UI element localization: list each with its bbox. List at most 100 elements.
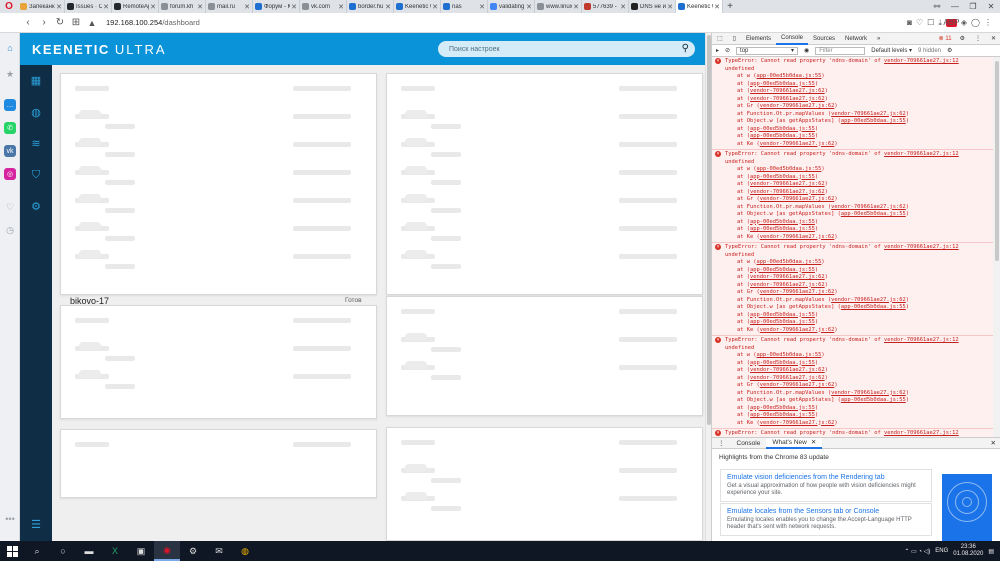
stack-location-link[interactable]: vendor-709661ae27.js:62 bbox=[760, 234, 835, 240]
inspect-icon[interactable]: ⬚ bbox=[712, 33, 728, 45]
stack-location-link[interactable]: vendor-709661ae27.js:62 bbox=[750, 96, 825, 102]
stack-location-link[interactable]: vendor-709661ae27.js:62 bbox=[760, 420, 835, 426]
tray-icons[interactable]: ⌃ ▭ ◔ ◁) bbox=[904, 548, 930, 555]
browser-tab[interactable]: mail.ru ✕ bbox=[206, 0, 253, 13]
minimize-icon[interactable]: — bbox=[946, 2, 964, 11]
browser-tab[interactable]: DNS не ис ✕ bbox=[629, 0, 676, 13]
devtools-tab[interactable]: Elements bbox=[741, 33, 776, 45]
extensions-icon[interactable]: ⋮ bbox=[984, 18, 992, 27]
stack-location-link[interactable]: app-00ed5b0daa.js:55 bbox=[750, 133, 815, 139]
stack-location-link[interactable]: app-00ed5b0daa.js:55 bbox=[756, 352, 821, 358]
whats-new-title[interactable]: Emulate locales from the Sensors tab or … bbox=[727, 508, 925, 515]
taskbar-explorer-icon[interactable]: ▬ bbox=[76, 541, 102, 561]
browser-tab[interactable]: forum.kh ✕ bbox=[159, 0, 206, 13]
console-error[interactable]: × TypeError: Cannot read property 'ndns-d… bbox=[712, 243, 993, 336]
browser-tab[interactable]: RemoteAp ✕ bbox=[112, 0, 159, 13]
settings-gear-icon[interactable]: ⚙ bbox=[29, 199, 43, 213]
console-error[interactable]: × TypeError: Cannot read property 'ndns-d… bbox=[712, 336, 993, 429]
vpn-icon[interactable]: ◈ bbox=[961, 18, 967, 27]
search-icon[interactable]: ⚲ bbox=[682, 43, 689, 54]
stack-location-link[interactable]: vendor-709661ae27.js:62 bbox=[750, 375, 825, 381]
error-source-link[interactable]: vendor-709661ae27.js:12 bbox=[884, 58, 959, 64]
tab-close-icon[interactable]: ✕ bbox=[573, 3, 579, 11]
language-indicator[interactable]: ENG bbox=[935, 548, 948, 554]
vk-icon[interactable]: vk bbox=[4, 145, 16, 157]
browser-tab[interactable]: Issues · Co✕ bbox=[65, 0, 112, 13]
eye-icon[interactable]: ◉ bbox=[804, 47, 809, 54]
internet-globe-icon[interactable]: ◍ bbox=[29, 105, 43, 119]
taskbar-mail-icon[interactable]: ✉ bbox=[206, 541, 232, 561]
maximize-icon[interactable]: ❐ bbox=[964, 2, 982, 11]
tab-close-icon[interactable]: ✕ bbox=[667, 3, 673, 11]
taskbar-opera-icon[interactable]: ◉ bbox=[154, 541, 180, 561]
back-arrow-icon[interactable]: ‹ bbox=[20, 17, 36, 28]
new-tab-button[interactable]: + bbox=[723, 1, 737, 12]
stack-location-link[interactable]: app-00ed5b0daa.js:55 bbox=[750, 174, 815, 180]
grid-icon[interactable]: ⊞ bbox=[68, 17, 84, 28]
drawer-tab[interactable]: What's New ✕ bbox=[766, 437, 823, 449]
taskbar-search-icon[interactable]: ⌕ bbox=[24, 541, 50, 561]
stack-location-link[interactable]: vendor-709661ae27.js:62 bbox=[750, 367, 825, 373]
stack-location-link[interactable]: app-00ed5b0daa.js:55 bbox=[750, 226, 815, 232]
stack-location-link[interactable]: app-00ed5b0daa.js:55 bbox=[750, 81, 815, 87]
close-window-icon[interactable]: ✕ bbox=[982, 2, 1000, 11]
camera-icon[interactable]: ◙ bbox=[907, 18, 912, 27]
stack-location-link[interactable]: vendor-709661ae27.js:62 bbox=[760, 327, 835, 333]
error-count-badge[interactable]: ⊗ 11 bbox=[939, 35, 955, 42]
clock[interactable]: 23:36 01.08.2020 bbox=[953, 544, 983, 558]
tab-close-icon[interactable]: ✕ bbox=[56, 3, 62, 11]
devtools-settings-icon[interactable]: ⚙ bbox=[955, 33, 970, 45]
forward-arrow-icon[interactable]: › bbox=[36, 17, 52, 28]
stack-location-link[interactable]: app-00ed5b0daa.js:55 bbox=[841, 304, 906, 310]
opera-menu-button[interactable]: O bbox=[0, 0, 18, 13]
stack-location-link[interactable]: app-00ed5b0daa.js:55 bbox=[750, 219, 815, 225]
whats-new-item[interactable]: Emulate vision deficiencies from the Ren… bbox=[720, 469, 932, 502]
stack-location-link[interactable]: vendor-709661ae27.js:62 bbox=[750, 181, 825, 187]
console-error[interactable]: × TypeError: Cannot read property 'ndns-d… bbox=[712, 57, 993, 150]
browser-tab[interactable]: vk.com ✕ bbox=[300, 0, 347, 13]
search-input[interactable]: Поиск настроек ⚲ bbox=[438, 41, 695, 57]
reload-icon[interactable]: ↻ bbox=[52, 17, 68, 28]
whats-new-item[interactable]: Emulate locales from the Sensors tab or … bbox=[720, 503, 932, 536]
stack-location-link[interactable]: vendor-709661ae27.js:62 bbox=[760, 141, 835, 147]
stack-location-link[interactable]: app-00ed5b0daa.js:55 bbox=[841, 118, 906, 124]
instagram-icon[interactable]: ◎ bbox=[4, 168, 16, 180]
stack-location-link[interactable]: vendor-709661ae27.js:62 bbox=[760, 103, 835, 109]
drawer-menu-icon[interactable]: ⋮ bbox=[712, 438, 731, 449]
tab-close-icon[interactable]: ✕ bbox=[526, 3, 532, 11]
home-icon[interactable]: ⌂ bbox=[4, 42, 16, 54]
security-shield-icon[interactable]: ⛉ bbox=[29, 168, 43, 182]
stack-location-link[interactable]: app-00ed5b0daa.js:55 bbox=[841, 397, 906, 403]
stack-location-link[interactable]: app-00ed5b0daa.js:55 bbox=[756, 73, 821, 79]
stack-location-link[interactable]: vendor-709661ae27.js:62 bbox=[831, 390, 906, 396]
browser-tab[interactable]: Keenetic U✕ bbox=[676, 0, 723, 13]
taskbar-excel-icon[interactable]: X bbox=[102, 541, 128, 561]
browser-tab[interactable]: Форум - К ✕ bbox=[253, 0, 300, 13]
stack-location-link[interactable]: app-00ed5b0daa.js:55 bbox=[750, 360, 815, 366]
devtools-menu-icon[interactable]: ⋮ bbox=[970, 33, 986, 45]
browser-tab[interactable]: border.hu ✕ bbox=[347, 0, 394, 13]
stack-location-link[interactable]: app-00ed5b0daa.js:55 bbox=[750, 319, 815, 325]
stack-location-link[interactable]: vendor-709661ae27.js:62 bbox=[760, 196, 835, 202]
taskbar-chrome-icon[interactable]: ◍ bbox=[232, 541, 258, 561]
keenetic-logo[interactable]: KEENETIC ULTRA bbox=[32, 42, 167, 57]
tab-close-icon[interactable]: ✕ bbox=[244, 3, 250, 11]
stack-location-link[interactable]: app-00ed5b0daa.js:55 bbox=[750, 405, 815, 411]
browser-tab[interactable]: www.linux ✕ bbox=[535, 0, 582, 13]
browser-tab[interactable]: Keenetic U✕ bbox=[394, 0, 441, 13]
stack-location-link[interactable]: app-00ed5b0daa.js:55 bbox=[750, 267, 815, 273]
snap-icon[interactable]: ⚯ bbox=[928, 2, 946, 11]
taskbar-task-view-icon[interactable]: ○ bbox=[50, 541, 76, 561]
console-filter-input[interactable]: Filter bbox=[815, 46, 866, 55]
console-settings-icon[interactable]: ⚙ bbox=[947, 47, 952, 54]
error-source-link[interactable]: vendor-709661ae27.js:12 bbox=[884, 151, 959, 157]
download-icon[interactable]: ⤓ bbox=[938, 18, 942, 28]
devtools-tab[interactable]: Sources bbox=[808, 33, 840, 45]
drawer-tab[interactable]: Console bbox=[731, 438, 767, 449]
favorites-icon[interactable]: ♡ bbox=[4, 201, 16, 213]
tab-close-icon[interactable]: ✕ bbox=[620, 3, 626, 11]
url-field[interactable]: 192.168.100.254/dashboard bbox=[106, 18, 200, 27]
stack-location-link[interactable]: vendor-709661ae27.js:62 bbox=[760, 289, 835, 295]
messenger-icon[interactable]: … bbox=[4, 99, 16, 111]
start-button[interactable] bbox=[0, 541, 24, 561]
